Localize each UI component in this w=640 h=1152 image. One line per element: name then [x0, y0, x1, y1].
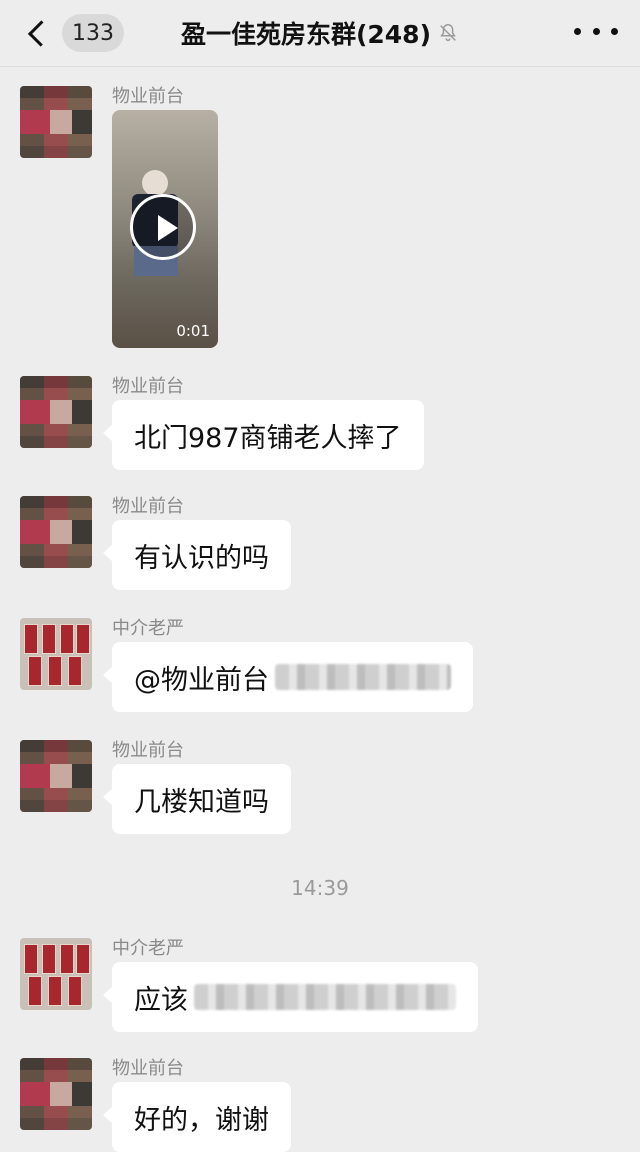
avatar[interactable]	[20, 496, 92, 568]
avatar[interactable]	[20, 86, 92, 158]
more-dots-icon	[574, 27, 581, 35]
avatar[interactable]	[20, 740, 92, 812]
chat-header: 133 盈一佳苑房东群(248)	[0, 0, 640, 67]
chevron-left-icon	[27, 19, 55, 47]
back-button[interactable]: 133	[24, 14, 124, 52]
chat-title: 盈一佳苑房东群(248)	[180, 20, 432, 49]
sender-name: 物业前台	[112, 496, 184, 517]
more-options-button[interactable]	[574, 16, 618, 46]
message-bubble[interactable]: 应该	[103, 962, 478, 1032]
time-separator: 14:39	[291, 876, 349, 900]
chat-title-area[interactable]: 盈一佳苑房东群(248)	[150, 14, 490, 52]
sender-name: 中介老严	[112, 618, 184, 639]
avatar[interactable]	[20, 1058, 92, 1130]
avatar[interactable]	[20, 938, 92, 1010]
sender-name: 物业前台	[112, 376, 184, 397]
mention-text: @物业前台	[134, 664, 269, 696]
redacted-text	[275, 664, 451, 690]
message-text: 应该	[134, 984, 188, 1016]
message-bubble[interactable]: @物业前台	[103, 642, 473, 712]
unread-count-badge: 133	[62, 14, 124, 52]
sender-name: 物业前台	[112, 86, 184, 107]
avatar[interactable]	[20, 376, 92, 448]
avatar[interactable]	[20, 618, 92, 690]
video-message[interactable]: 0:01	[112, 110, 218, 348]
bell-muted-icon	[440, 24, 456, 42]
message-bubble[interactable]: 几楼知道吗	[103, 764, 291, 834]
play-icon[interactable]	[130, 194, 196, 260]
redacted-text	[194, 984, 456, 1010]
message-bubble[interactable]: 好的，谢谢	[103, 1082, 291, 1152]
video-duration: 0:01	[176, 322, 210, 340]
sender-name: 物业前台	[112, 1058, 184, 1079]
sender-name: 中介老严	[112, 938, 184, 959]
chat-message-list[interactable]: 物业前台 0:01 物业前台 北门987商铺老人摔了 物业前台 有认识的吗 中介…	[0, 66, 640, 1152]
message-bubble[interactable]: 北门987商铺老人摔了	[103, 400, 424, 470]
message-bubble[interactable]: 有认识的吗	[103, 520, 291, 590]
sender-name: 物业前台	[112, 740, 184, 761]
